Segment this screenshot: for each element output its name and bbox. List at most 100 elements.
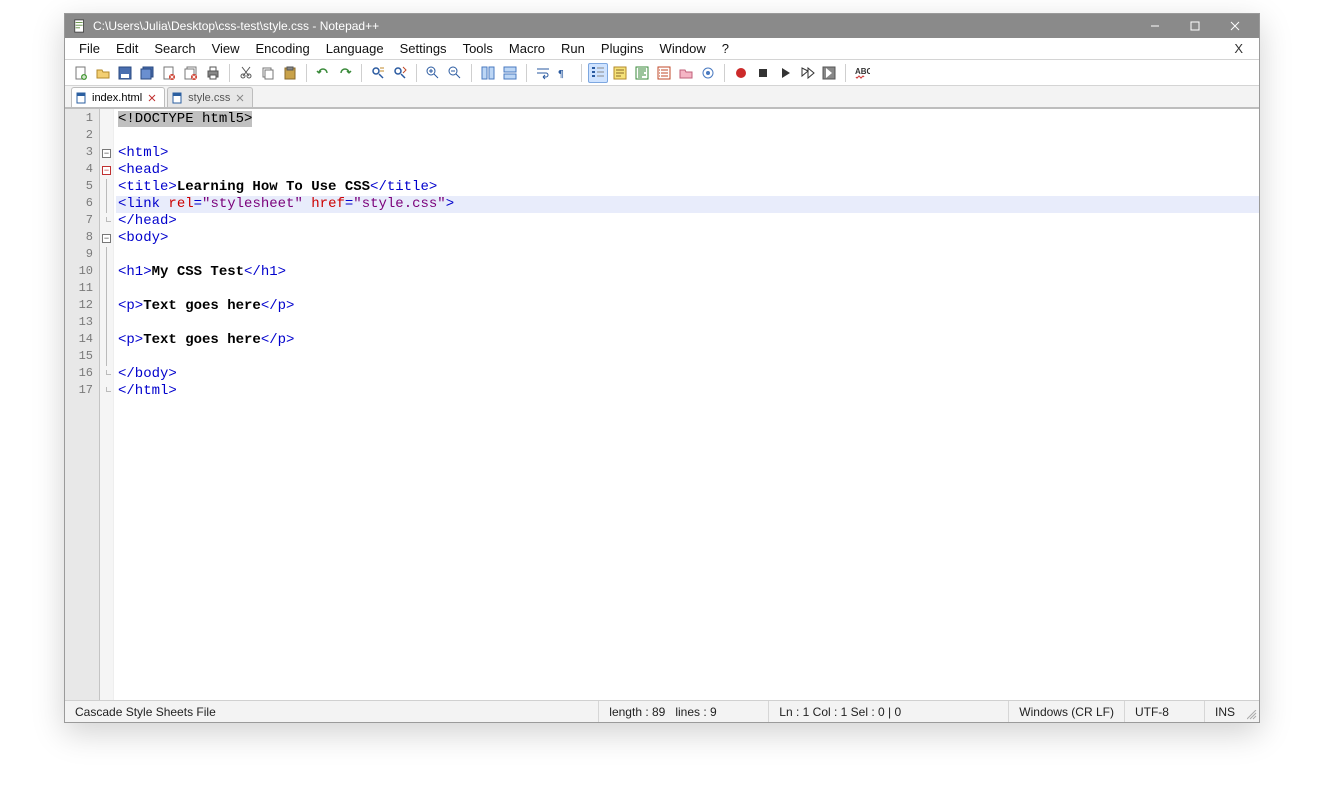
record-macro-button[interactable] xyxy=(731,63,751,83)
code-area[interactable]: <!DOCTYPE html5> <html><head><title>Learn… xyxy=(114,109,1259,700)
menu-language[interactable]: Language xyxy=(318,39,392,58)
save-button[interactable] xyxy=(115,63,135,83)
save-all-button[interactable] xyxy=(137,63,157,83)
fold-cell[interactable] xyxy=(100,383,113,400)
copy-button[interactable] xyxy=(258,63,278,83)
code-line[interactable]: </body> xyxy=(116,366,1259,383)
fold-cell[interactable]: − xyxy=(100,162,113,179)
code-line[interactable] xyxy=(116,128,1259,145)
fold-cell[interactable]: − xyxy=(100,145,113,162)
minimize-icon xyxy=(1150,21,1160,31)
code-line[interactable] xyxy=(116,315,1259,332)
menu-help[interactable]: ? xyxy=(714,39,737,58)
cut-button[interactable] xyxy=(236,63,256,83)
fold-cell[interactable] xyxy=(100,332,113,349)
sync-h-button[interactable] xyxy=(500,63,520,83)
close-button[interactable] xyxy=(1215,14,1255,38)
code-line[interactable]: <p>Text goes here</p> xyxy=(116,332,1259,349)
tabbar: index.html style.css xyxy=(65,86,1259,108)
play-multi-button[interactable] xyxy=(797,63,817,83)
menu-plugins[interactable]: Plugins xyxy=(593,39,652,58)
menu-run[interactable]: Run xyxy=(553,39,593,58)
fold-gutter[interactable]: −−− xyxy=(100,109,114,700)
menu-macro[interactable]: Macro xyxy=(501,39,553,58)
fold-cell[interactable] xyxy=(100,366,113,383)
monitor-button[interactable] xyxy=(698,63,718,83)
play-macro-button[interactable] xyxy=(775,63,795,83)
find-button[interactable] xyxy=(368,63,388,83)
lang-udl-button[interactable] xyxy=(610,63,630,83)
fold-cell[interactable] xyxy=(100,349,113,366)
doc-map-button[interactable] xyxy=(632,63,652,83)
minimize-button[interactable] xyxy=(1135,14,1175,38)
fold-cell[interactable] xyxy=(100,264,113,281)
fold-cell[interactable]: − xyxy=(100,230,113,247)
resize-grip-icon[interactable] xyxy=(1245,701,1259,722)
fold-cell[interactable] xyxy=(100,315,113,332)
save-macro-button[interactable] xyxy=(819,63,839,83)
code-line[interactable] xyxy=(116,281,1259,298)
fold-cell[interactable] xyxy=(100,111,113,128)
tab-close-icon[interactable] xyxy=(146,92,158,104)
paste-button[interactable] xyxy=(280,63,300,83)
code-line[interactable]: </html> xyxy=(116,383,1259,400)
tab-style-css[interactable]: style.css xyxy=(167,87,253,107)
menu-encoding[interactable]: Encoding xyxy=(248,39,318,58)
close-button[interactable] xyxy=(159,63,179,83)
menu-window[interactable]: Window xyxy=(652,39,714,58)
spell-check-button[interactable]: ABC xyxy=(852,63,872,83)
show-all-chars-button[interactable]: ¶ xyxy=(555,63,575,83)
code-line[interactable]: <h1>My CSS Test</h1> xyxy=(116,264,1259,281)
line-number: 4 xyxy=(65,162,99,179)
code-line[interactable]: <title>Learning How To Use CSS</title> xyxy=(116,179,1259,196)
stop-macro-button[interactable] xyxy=(753,63,773,83)
menu-close-doc[interactable]: X xyxy=(1224,39,1253,58)
tab-index-html[interactable]: index.html xyxy=(71,87,165,107)
fold-cell[interactable] xyxy=(100,196,113,213)
code-line[interactable]: <link rel="stylesheet" href="style.css"> xyxy=(116,196,1259,213)
undo-button[interactable] xyxy=(313,63,333,83)
menu-tools[interactable]: Tools xyxy=(455,39,501,58)
new-file-button[interactable] xyxy=(71,63,91,83)
code-line[interactable]: </head> xyxy=(116,213,1259,230)
tab-close-icon[interactable] xyxy=(234,92,246,104)
toolbar-separator xyxy=(581,64,582,82)
code-line[interactable] xyxy=(116,349,1259,366)
fold-cell[interactable] xyxy=(100,298,113,315)
fold-cell[interactable] xyxy=(100,213,113,230)
titlebar[interactable]: C:\Users\Julia\Desktop\css-test\style.cs… xyxy=(65,14,1259,38)
zoom-out-button[interactable] xyxy=(445,63,465,83)
code-line[interactable]: <!DOCTYPE html5> xyxy=(116,111,1259,128)
fold-cell[interactable] xyxy=(100,179,113,196)
code-line[interactable] xyxy=(116,247,1259,264)
fold-cell[interactable] xyxy=(100,128,113,145)
menu-file[interactable]: File xyxy=(71,39,108,58)
indent-guide-button[interactable] xyxy=(588,63,608,83)
func-list-button[interactable] xyxy=(654,63,674,83)
fold-cell[interactable] xyxy=(100,247,113,264)
editor[interactable]: 1234567891011121314151617 −−− <!DOCTYPE … xyxy=(65,108,1259,700)
find-replace-icon xyxy=(392,65,408,81)
line-number: 15 xyxy=(65,349,99,366)
redo-button[interactable] xyxy=(335,63,355,83)
open-file-button[interactable] xyxy=(93,63,113,83)
code-line[interactable]: <p>Text goes here</p> xyxy=(116,298,1259,315)
maximize-button[interactable] xyxy=(1175,14,1215,38)
code-line[interactable]: <head> xyxy=(116,162,1259,179)
zoom-in-button[interactable] xyxy=(423,63,443,83)
menu-edit[interactable]: Edit xyxy=(108,39,146,58)
sync-v-button[interactable] xyxy=(478,63,498,83)
word-wrap-button[interactable] xyxy=(533,63,553,83)
folder-as-workspace-icon xyxy=(678,65,694,81)
code-line[interactable]: <html> xyxy=(116,145,1259,162)
find-replace-button[interactable] xyxy=(390,63,410,83)
print-button[interactable] xyxy=(203,63,223,83)
statusbar: Cascade Style Sheets File length : 89 li… xyxy=(65,700,1259,722)
menu-search[interactable]: Search xyxy=(146,39,203,58)
folder-as-workspace-button[interactable] xyxy=(676,63,696,83)
fold-cell[interactable] xyxy=(100,281,113,298)
close-all-button[interactable] xyxy=(181,63,201,83)
code-line[interactable]: <body> xyxy=(116,230,1259,247)
menu-view[interactable]: View xyxy=(204,39,248,58)
menu-settings[interactable]: Settings xyxy=(392,39,455,58)
